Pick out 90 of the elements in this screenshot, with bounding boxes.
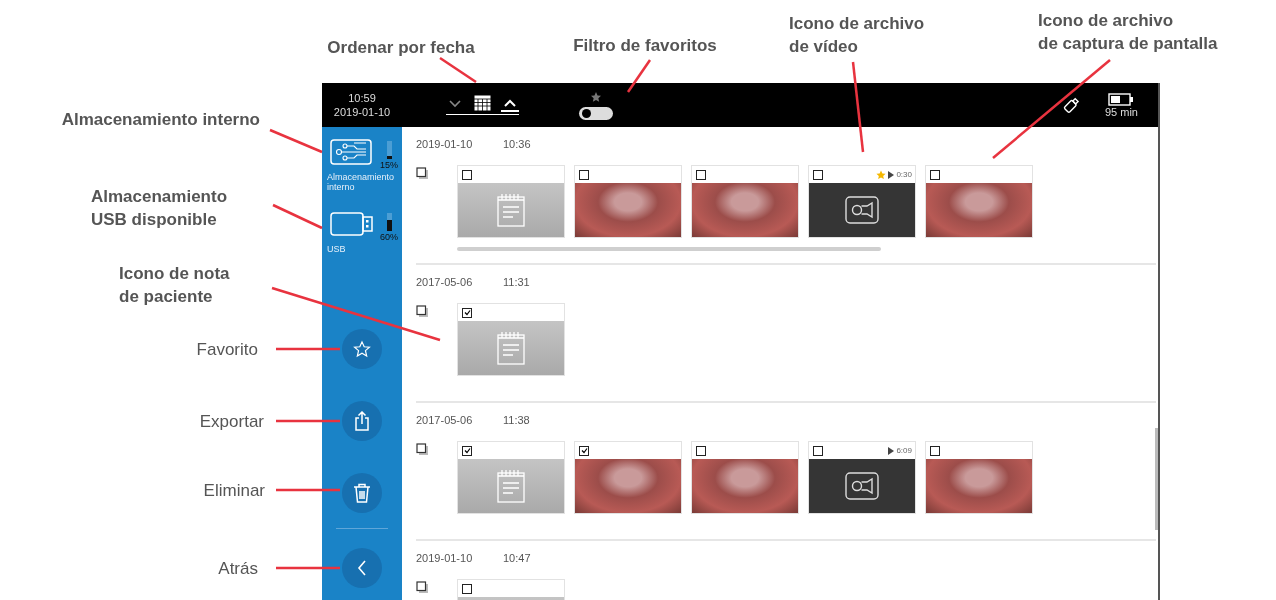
checkbox[interactable] [813,445,823,456]
checkbox[interactable] [930,445,940,456]
note-file-thumbnail[interactable] [457,165,565,238]
storage-usage: 60% [380,232,398,242]
callout-label: Ordenar por fecha [326,37,476,59]
clock-date: 2019-01-10 [333,105,391,119]
screenshot-file-thumbnail[interactable] [925,165,1033,238]
select-all-icon[interactable] [416,305,429,318]
group-date: 2017-05-06 [416,275,474,289]
checkbox[interactable] [813,169,823,180]
group-date: 2017-05-06 [416,413,474,427]
video-duration: 6:09 [896,446,912,455]
group-time: 10:36 [503,137,531,151]
leader-line [269,128,323,154]
internal-storage-button[interactable] [330,139,374,165]
checkbox[interactable] [462,445,472,456]
favorites-toggle[interactable] [579,106,613,120]
notepad-icon [497,331,525,365]
leader-line [276,566,340,570]
storage-usage: 15% [380,160,398,170]
callout-label: Favorito [195,339,258,361]
screenshot-file-thumbnail[interactable] [925,441,1033,514]
storage-label: USB [327,244,347,254]
video-camera-icon [845,196,879,224]
star-icon [353,340,371,358]
clock-time: 10:59 [348,91,376,105]
video-file-thumbnail[interactable]: 0:30 [808,165,916,238]
checkbox[interactable] [930,169,940,180]
callout-label: Exportar [198,411,264,433]
screenshot-file-thumbnail[interactable] [691,441,799,514]
note-file-thumbnail[interactable] [457,441,565,514]
checkbox[interactable] [579,445,589,456]
video-file-thumbnail[interactable]: 6:09 [808,441,916,514]
callout-label: Almacenamiento USB disponible [91,186,229,231]
share-icon [353,411,371,431]
checkbox[interactable] [696,445,706,456]
callout-label: Eliminar [202,480,265,502]
export-button[interactable] [342,401,382,441]
select-all-icon[interactable] [416,167,429,180]
battery-time: 95 min [1104,105,1138,118]
callout-label: Atrás [217,558,258,580]
leader-line [439,56,477,84]
notepad-icon [497,469,525,503]
callout-label: Icono de nota de paciente [119,263,231,308]
group-date: 2019-01-10 [416,551,474,565]
usb-storage-button[interactable] [330,211,374,237]
checkbox[interactable] [462,169,472,180]
screenshot-file-thumbnail[interactable] [691,165,799,238]
leader-line [276,419,340,423]
checkbox[interactable] [462,583,472,594]
screenshot-file-thumbnail[interactable] [574,165,682,238]
screenshot-file-thumbnail[interactable] [574,441,682,514]
storage-meter [386,141,392,159]
video-camera-icon [845,472,879,500]
leader-line [626,59,652,93]
favorite-button[interactable] [342,329,382,369]
vertical-scrollbar[interactable] [1155,428,1158,530]
delete-button[interactable] [342,473,382,513]
sort-ascending-button[interactable] [501,98,519,112]
horizontal-scrollbar[interactable] [457,247,881,251]
callout-label: Icono de archivo de captura de pantalla [1038,10,1219,55]
storage-label: Almacenamiento interno [327,172,396,192]
play-icon [888,170,895,179]
caret-down-icon [448,98,462,108]
leader-line [272,203,323,230]
group-date: 2019-01-10 [416,137,474,151]
callout-label: Icono de archivo de vídeo [789,13,926,58]
callout-label: Filtro de favoritos [572,35,718,57]
notepad-icon [497,193,525,227]
play-icon [888,446,895,455]
select-all-icon[interactable] [416,443,429,456]
caret-up-icon [503,98,517,108]
calendar-icon [474,95,491,111]
battery-icon [1108,92,1135,106]
group-time: 10:47 [503,551,531,565]
checkbox[interactable] [462,307,472,318]
checkbox[interactable] [579,169,589,180]
leader-line [276,347,340,351]
leader-line [276,488,340,492]
checkbox[interactable] [696,169,706,180]
group-time: 11:31 [503,275,530,289]
note-file-thumbnail[interactable] [457,303,565,376]
select-all-icon[interactable] [416,581,429,594]
callout-label: Almacenamiento interno [60,109,260,131]
group-time: 11:38 [503,413,530,427]
trash-icon [353,483,371,503]
storage-meter [386,213,392,231]
video-duration: 0:30 [896,170,912,179]
chevron-left-icon [356,559,368,577]
star-icon [590,90,602,103]
